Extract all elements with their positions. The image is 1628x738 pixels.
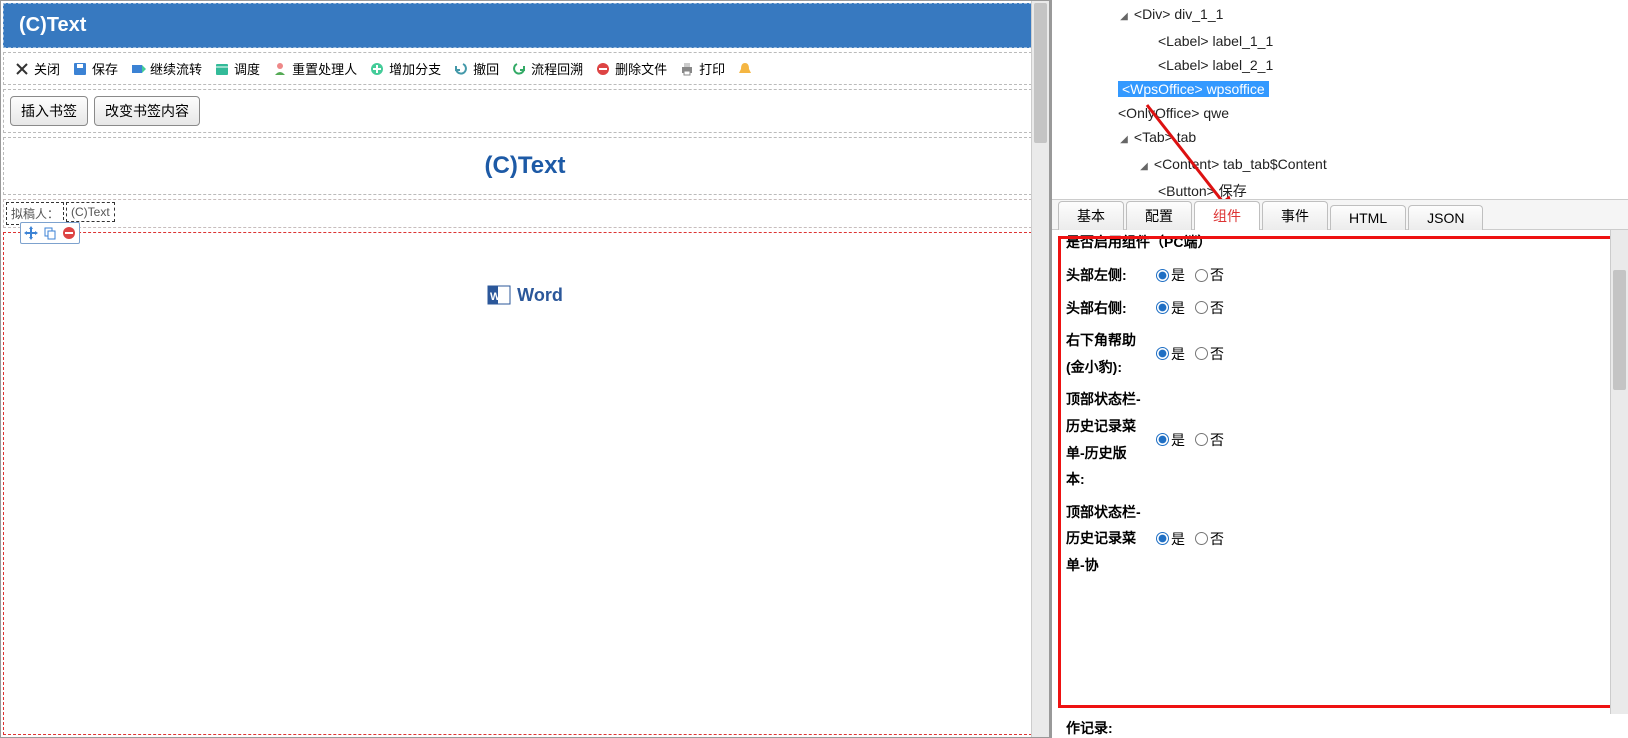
tab-event[interactable]: 事件 [1262,201,1328,230]
component-tree: ◢ <Div> div_1_1 <Label> label_1_1 <Label… [1052,0,1628,200]
word-component-area[interactable]: W Word [3,232,1047,735]
tree-node-button[interactable]: <Button> 保存 [1058,179,1622,200]
flow-back-icon [511,61,527,77]
tree-node-div[interactable]: ◢ <Div> div_1_1 [1058,2,1622,29]
undo-button[interactable]: 撤回 [453,59,499,78]
props-scrollbar-thumb[interactable] [1613,270,1626,390]
canvas-scrollbar[interactable] [1031,1,1049,737]
add-branch-icon [369,61,385,77]
tab-config[interactable]: 配置 [1126,201,1192,230]
mini-toolbar [20,222,80,244]
tab-basic[interactable]: 基本 [1058,201,1124,230]
expand-icon[interactable]: ◢ [1118,128,1130,152]
undo-icon [453,61,469,77]
schedule-button[interactable]: 调度 [214,59,260,78]
svg-text:W: W [490,291,501,303]
canvas-scrollbar-thumb[interactable] [1034,3,1047,143]
tree-node-label[interactable]: <Label> label_2_1 [1058,53,1622,77]
main-toolbar: 关闭 保存 继续流转 调度 重置处理人 增加分支 撤回 流程回溯 删除文件 打印 [3,52,1047,85]
tab-html[interactable]: HTML [1330,205,1406,230]
continue-flow-button[interactable]: 继续流转 [130,59,202,78]
bell-button[interactable] [737,61,753,77]
reset-handler-button[interactable]: 重置处理人 [272,59,357,78]
delete-file-button[interactable]: 删除文件 [595,59,667,78]
close-button[interactable]: 关闭 [14,59,60,78]
delete-button[interactable] [60,224,78,242]
tab-json[interactable]: JSON [1408,205,1483,230]
close-icon [14,61,30,77]
sub-toolbar: 插入书签 改变书签内容 [3,89,1047,133]
print-icon [679,61,695,77]
title-bar: (C)Text [3,3,1047,48]
flow-back-button[interactable]: 流程回溯 [511,59,583,78]
designer-canvas: (C)Text 关闭 保存 继续流转 调度 重置处理人 增加分支 撤回 流程回溯… [0,0,1050,738]
tree-node-content[interactable]: ◢ <Content> tab_tab$Content [1058,152,1622,179]
schedule-icon [214,61,230,77]
tree-node-wpsoffice[interactable]: <WpsOffice> wpsoffice [1058,77,1622,101]
word-label: W Word [487,283,563,307]
bell-icon [737,61,753,77]
continue-flow-icon [130,61,146,77]
save-icon [72,61,88,77]
expand-icon[interactable]: ◢ [1118,5,1130,29]
properties-pane: 是否启用组件（PC端） 头部左侧: 是 否 头部右侧: 是 否 [1052,230,1628,714]
content-title: (C)Text [3,137,1047,195]
tree-node-tab[interactable]: ◢ <Tab> tab [1058,125,1622,152]
move-button[interactable] [22,224,40,242]
tab-component[interactable]: 组件 [1194,201,1260,230]
add-branch-button[interactable]: 增加分支 [369,59,441,78]
word-icon: W [487,283,511,307]
property-tabs: 基本 配置 组件 事件 HTML JSON [1052,200,1628,230]
delete-icon [595,61,611,77]
user-icon [272,61,288,77]
save-button[interactable]: 保存 [72,59,118,78]
change-bookmark-button[interactable]: 改变书签内容 [94,96,200,126]
props-scrollbar[interactable] [1610,230,1628,714]
tree-node-onlyoffice[interactable]: <OnlyOffice> qwe [1058,101,1622,125]
inspector-panel: ◢ <Div> div_1_1 <Label> label_1_1 <Label… [1050,0,1628,738]
copy-button[interactable] [41,224,59,242]
expand-icon[interactable]: ◢ [1138,155,1150,179]
print-button[interactable]: 打印 [679,59,725,78]
tree-node-label[interactable]: <Label> label_1_1 [1058,29,1622,53]
prop-label-cutoff: 作记录: [1052,714,1628,738]
ctext-box[interactable]: (C)Text [66,202,115,222]
insert-bookmark-button[interactable]: 插入书签 [10,96,88,126]
small-boxes-row: 拟稿人： (C)Text [3,199,1047,228]
highlight-box [1058,236,1622,708]
